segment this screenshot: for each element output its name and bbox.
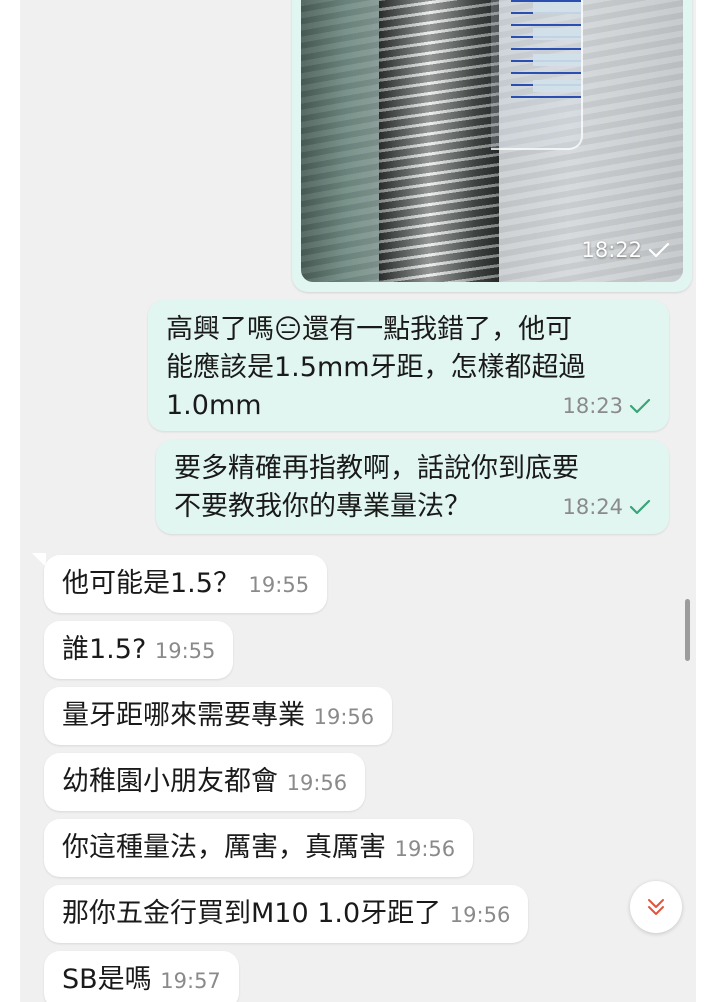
outgoing-message[interactable]: 高興了嗎😑還有一點我錯了，他可 能應該是1.5mm牙距，怎樣都超過 1.0mm … xyxy=(148,300,669,431)
incoming-message[interactable]: 量牙距哪來需要專業 19:56 xyxy=(44,687,393,745)
message-line: 不要教我你的專業量法？ xyxy=(174,491,471,522)
incoming-message[interactable]: 誰1.5? 19:55 xyxy=(44,621,234,679)
scrollbar[interactable] xyxy=(685,599,690,661)
incoming-message[interactable]: 他可能是1.5？ 19:55 xyxy=(44,555,328,613)
message-text: 你這種量法，厲害，真厲害 xyxy=(62,832,386,863)
scroll-to-bottom-button[interactable] xyxy=(630,881,682,933)
message-text: 誰1.5? xyxy=(62,634,147,665)
incoming-message[interactable]: 幼稚園小朋友都會 19:56 xyxy=(44,753,366,811)
timestamp: 18:24 xyxy=(562,488,651,526)
message-line: 1.0mm xyxy=(166,390,262,421)
incoming-message[interactable]: 你這種量法，厲害，真厲害 19:56 xyxy=(44,819,474,877)
photo-message[interactable]: 18:22 xyxy=(292,0,692,292)
incoming-message[interactable]: 那你五金行買到M10 1.0牙距了 19:56 xyxy=(44,885,529,943)
timestamp-text: 18:22 xyxy=(581,238,642,262)
message-text: 他可能是1.5？ xyxy=(62,568,240,599)
timestamp: 19:57 xyxy=(160,969,221,993)
check-icon xyxy=(629,398,651,414)
message-line: 要多精確再指教啊，話說你到底要 xyxy=(174,453,579,484)
message-text: 那你五金行買到M10 1.0牙距了 xyxy=(62,898,442,929)
timestamp: 19:56 xyxy=(313,705,375,729)
message-text: 幼稚園小朋友都會 xyxy=(62,766,278,797)
message-line: 能應該是1.5mm牙距，怎樣都超過 xyxy=(166,352,586,383)
timestamp: 19:55 xyxy=(248,573,310,597)
message-line: 高興了嗎😑還有一點我錯了，他可 xyxy=(166,314,573,345)
incoming-message[interactable]: SB是嗎 19:57 xyxy=(44,951,239,1002)
check-icon xyxy=(648,242,670,258)
chevron-double-down-icon xyxy=(648,899,664,915)
timestamp: 19:56 xyxy=(286,771,348,795)
timestamp: 18:23 xyxy=(562,387,651,425)
timestamp-text: 18:23 xyxy=(562,394,623,418)
outgoing-message[interactable]: 要多精確再指教啊，話說你到底要 不要教我你的專業量法？ 18:24 xyxy=(156,440,669,534)
timestamp: 19:56 xyxy=(449,903,511,927)
photo-timestamp: 18:22 xyxy=(581,238,670,262)
timestamp-text: 18:24 xyxy=(562,495,623,519)
message-text: 量牙距哪來需要專業 xyxy=(62,700,305,731)
check-icon xyxy=(629,499,651,515)
timestamp: 19:56 xyxy=(394,837,456,861)
chat-area[interactable]: 18:22 高興了嗎😑還有一點我錯了，他可 能應該是1.5mm牙距，怎樣都超過 … xyxy=(20,0,696,1002)
message-text: SB是嗎 xyxy=(62,964,152,995)
timestamp: 19:55 xyxy=(154,639,216,663)
